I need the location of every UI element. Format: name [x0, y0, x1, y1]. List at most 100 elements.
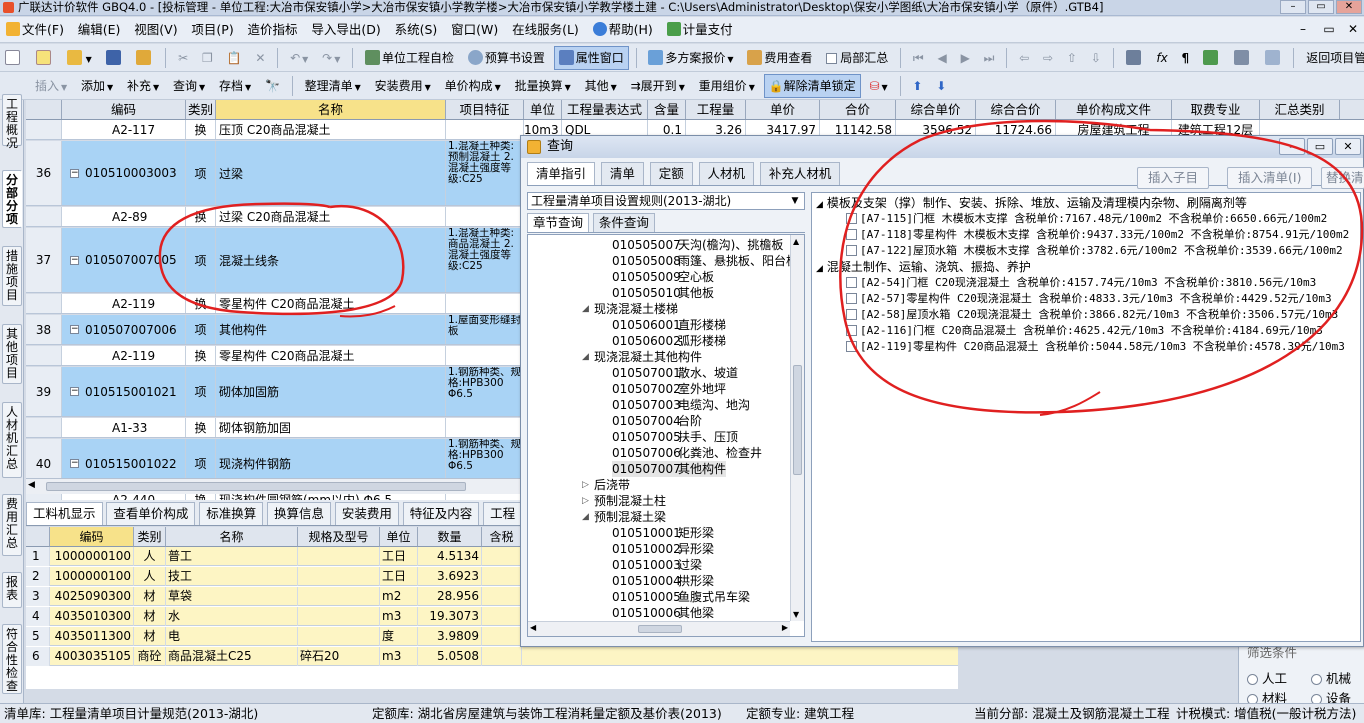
header-qty[interactable]: 工程量 [686, 100, 746, 119]
header-feature[interactable]: 项目特征 [446, 100, 524, 119]
tree-item[interactable]: 010505008雨篷、悬挑板、阳台板 [612, 253, 798, 269]
sidetab-reports[interactable]: 报表 [2, 572, 22, 608]
guide-item[interactable]: [A2-57]零星构件 C20现浇混凝土 含税单价:4833.3元/10m3 不… [846, 291, 1332, 307]
menu-online[interactable]: 在线服务(L) [506, 17, 583, 43]
checkbox-icon[interactable] [846, 245, 857, 256]
tree-item[interactable]: 010507002室外地坪 [612, 381, 726, 397]
paragraph-button[interactable]: ¶ [1177, 46, 1195, 70]
tree-item[interactable]: 010507005扶手、压顶 [612, 429, 738, 445]
multi-quote-button[interactable]: 多方案报价 ▼ [643, 46, 738, 70]
header-total[interactable]: 合价 [820, 100, 896, 119]
tree-horizontal-scrollbar[interactable]: ◀ ▶ [528, 621, 790, 636]
property-window-button[interactable]: 属性窗口 [553, 46, 629, 70]
checkbox-icon[interactable] [846, 277, 857, 288]
copy-button[interactable]: ❐ [197, 46, 218, 70]
open-button[interactable]: ▼ [62, 46, 97, 70]
green-box-button[interactable] [1198, 46, 1225, 70]
sidetab-other-items[interactable]: 其他项目 [2, 324, 22, 384]
header-type[interactable]: 类别 [186, 100, 216, 119]
guide-group[interactable]: ◢ 混凝土制作、运输、浇筑、振捣、养护 [816, 259, 1031, 275]
expand-icon[interactable]: ▷ [582, 493, 589, 509]
bheader-qty[interactable]: 数量 [418, 527, 482, 547]
supplement-button[interactable]: 补充 ▼ [122, 74, 164, 98]
unlock-list-button[interactable]: 🔒解除清单锁定 [763, 74, 861, 98]
dialog-minimize-button[interactable]: – [1279, 138, 1305, 155]
guide-item[interactable]: [A7-115]门框 木模板木支撑 含税单价:7167.48元/100m2 不含… [846, 211, 1327, 227]
dialog-maximize-button[interactable]: ▭ [1307, 138, 1333, 155]
sidetab-labor-material-summary[interactable]: 人材机汇总 [2, 402, 22, 478]
minimize-button[interactable]: – [1280, 0, 1306, 14]
checkbox-icon[interactable] [846, 309, 857, 320]
add-button[interactable]: 添加 ▼ [76, 74, 118, 98]
last-button[interactable]: ⏭ [979, 46, 1000, 70]
table-row[interactable]: A2-89 换过梁 C20商品混凝土 [26, 207, 520, 227]
tree-item[interactable]: 010505009空心板 [612, 269, 714, 285]
collapse-icon[interactable]: ◢ [582, 301, 589, 317]
fee-view-button[interactable]: 费用查看 [742, 46, 817, 70]
move-up-button[interactable]: ⇧ [1062, 46, 1082, 70]
sidetab-sections[interactable]: 分部分项 [2, 170, 22, 228]
menu-view[interactable]: 视图(V) [128, 17, 181, 43]
calculator-button[interactable] [1121, 46, 1148, 70]
return-project-button[interactable]: 返回项目管理 [1301, 46, 1364, 70]
other-button[interactable]: 其他 ▼ [580, 74, 622, 98]
tree-vertical-scrollbar[interactable]: ▲ ▼ [790, 235, 804, 621]
filter-labor-radio[interactable]: 人工 [1247, 668, 1287, 687]
tree-item[interactable]: 010507007其他构件 [612, 461, 727, 477]
tree-chapter[interactable]: ◢ 现浇混凝土其他构件 [582, 349, 702, 365]
tab-quantity[interactable]: 工程 [483, 502, 523, 525]
header-unit[interactable]: 单位 [524, 100, 562, 119]
query-button[interactable]: 查询 ▼ [168, 74, 210, 98]
unit-composition-button[interactable]: 单价构成 ▼ [440, 74, 506, 98]
tab-feature-content[interactable]: 特征及内容 [402, 502, 480, 525]
checkbox-icon[interactable] [846, 213, 857, 224]
header-comp-price[interactable]: 综合单价 [896, 100, 976, 119]
tree-item[interactable]: 010510001矩形梁 [612, 525, 714, 541]
guide-item[interactable]: [A2-58]屋顶水箱 C20现浇混凝土 含税单价:3866.82元/10m3 … [846, 307, 1338, 323]
tree-hscroll-thumb[interactable] [638, 625, 682, 633]
collapse-icon[interactable]: ◢ [582, 509, 589, 525]
tab-install-fee[interactable]: 安装费用 [334, 502, 399, 525]
cut-button[interactable]: ✂ [173, 46, 193, 70]
install-fee-button[interactable]: 安装费用 ▼ [370, 74, 436, 98]
move-down-row-button[interactable]: ⬇ [931, 74, 951, 98]
sidetab-measures[interactable]: 措施项目 [2, 246, 22, 306]
insert-list-button[interactable]: 插入清单(I) [1227, 167, 1313, 189]
dtab-supplement[interactable]: 补充人材机 [759, 162, 841, 185]
tree-item[interactable]: 010507003电缆沟、地沟 [612, 397, 750, 413]
first-button[interactable]: ⏮ [908, 46, 929, 70]
bheader-type[interactable]: 类别 [134, 527, 166, 547]
table-row[interactable]: A2-119 换零星构件 C20商品混凝土 [26, 346, 520, 366]
bheader-code[interactable]: 编码 [50, 527, 134, 547]
unit-check-button[interactable]: 单位工程自检 [360, 46, 459, 70]
move-right-button[interactable]: ⇨ [1038, 46, 1058, 70]
table-row[interactable]: 39−010515001021 项砌体加固筋 1.钢筋种类、规格:HPB300 Φ6… [26, 367, 520, 417]
guide-group[interactable]: ◢ 模板及支架（撑）制作、安装、拆除、堆放、运输及清理模内杂物、刷隔离剂等 [816, 195, 1247, 211]
material-row[interactable]: 6 4003035105 商砼 商品混凝土C25 碎石20 m3 5.0508 [26, 647, 958, 666]
sidetab-fee-summary[interactable]: 费用汇总 [2, 494, 22, 556]
tree-chapter[interactable]: ◢ 预制混凝土梁 [582, 509, 666, 525]
menu-help[interactable]: 帮助(H) [587, 17, 657, 43]
collapse-icon[interactable]: − [70, 255, 79, 265]
bheader-unit[interactable]: 单位 [380, 527, 418, 547]
collapse-icon[interactable]: − [70, 168, 79, 178]
redo-button[interactable]: ↷ ▼ [317, 46, 345, 70]
tree-chapter[interactable]: ▷ 预制混凝土柱 [582, 493, 666, 509]
table-row[interactable]: 36−010510003003 项过梁 1.混凝土种类:预制混凝土 2.混凝土强度等… [26, 141, 520, 206]
tree-item[interactable]: 010507006化粪池、检查井 [612, 445, 762, 461]
tree-chapter[interactable]: ◢ 现浇混凝土楼梯 [582, 301, 678, 317]
header-name[interactable]: 名称 [216, 100, 446, 119]
tree-item[interactable]: 010505007天沟(檐沟)、挑檐板 [612, 237, 783, 253]
table-row[interactable]: 38−010507007006 项其他构件 1.屋面变形缝封板 [26, 315, 520, 345]
tree-item[interactable]: 010507004台阶 [612, 413, 702, 429]
tab-labor-material[interactable]: 工料机显示 [26, 502, 103, 525]
guide-item[interactable]: [A2-116]门框 C20商品混凝土 含税单价:4625.42元/10m3 不… [846, 323, 1323, 339]
collapse-icon[interactable]: − [70, 459, 79, 468]
bheader-spec[interactable]: 规格及型号 [298, 527, 380, 547]
menu-system[interactable]: 系统(S) [389, 17, 442, 43]
collapse-icon[interactable]: − [70, 387, 79, 396]
next-button[interactable]: ▶ [956, 46, 975, 70]
header-expr[interactable]: 工程量表达式 [562, 100, 648, 119]
sidetab-compliance-check[interactable]: 符合性检查 [2, 624, 22, 694]
child-restore-button[interactable]: ▭ [1316, 23, 1342, 37]
